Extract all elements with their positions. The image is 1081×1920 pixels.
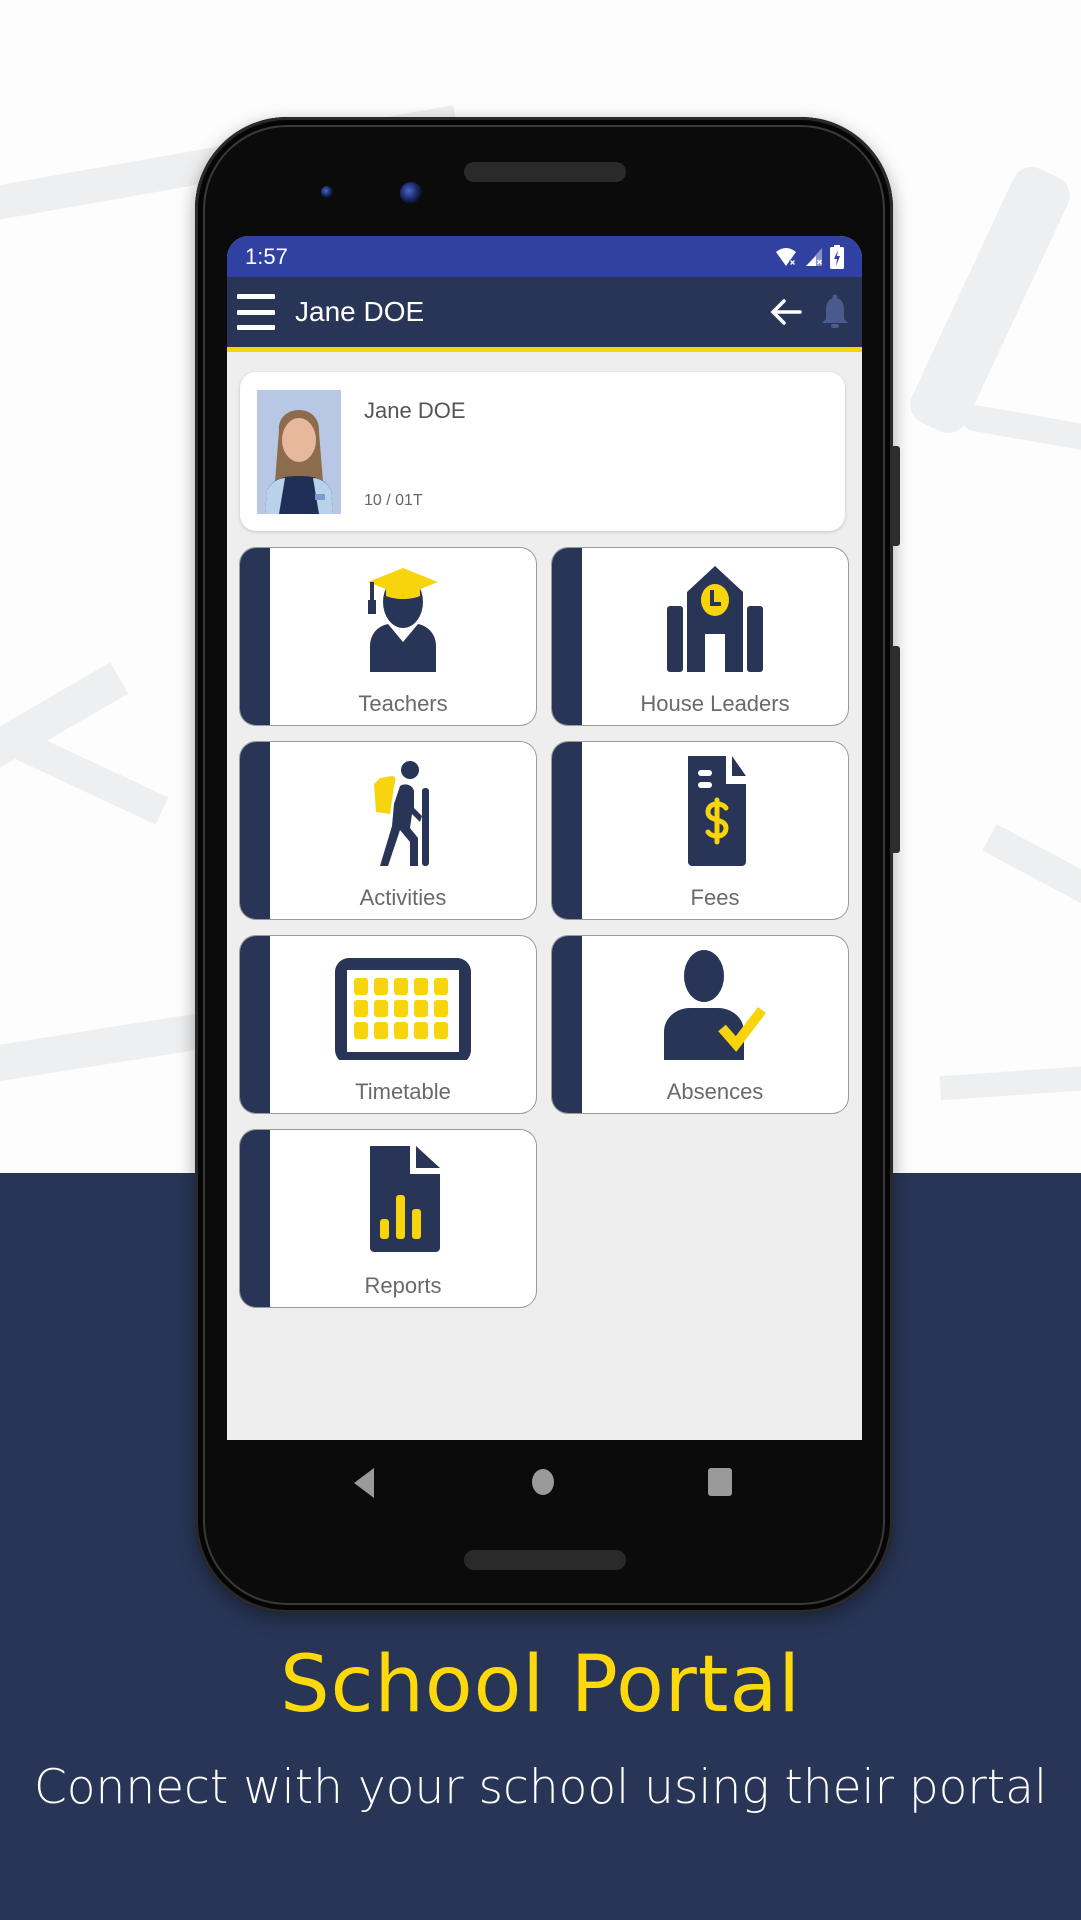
signal-off-icon [806,247,822,266]
nav-back-icon[interactable] [354,1468,376,1498]
person-check-icon [664,950,766,1060]
graduate-icon [368,568,438,672]
timetable-cell [374,1000,388,1017]
timetable-cell [434,1000,448,1017]
front-camera [400,182,422,204]
power-button [891,446,900,546]
tile-accent [552,742,582,919]
tile-timetable[interactable]: Timetable [240,936,536,1113]
tile-fees[interactable]: Fees [552,742,848,919]
timetable-cell [414,1000,428,1017]
tile-accent [552,548,582,725]
timetable-cell [354,978,368,995]
nav-home-icon[interactable] [531,1468,555,1496]
timetable-cell [354,1022,368,1039]
front-sensor [321,186,333,198]
tile-accent [552,936,582,1113]
tile-label: Timetable [355,1079,451,1104]
calendar-grid-icon [335,958,471,1060]
report-chart-icon [370,1146,440,1252]
tile-label: Fees [690,885,740,910]
tile-accent [240,742,270,919]
promo-headline: School Portal [280,1640,801,1730]
app-bar-title: Jane DOE [295,296,425,327]
arrow-left-icon[interactable] [766,292,806,332]
timetable-cell [414,1022,428,1039]
decorative-shape [939,1063,1081,1101]
tile-accent [240,936,270,1113]
phone-screen: 1:57 Jane DOE Jane DOE 10 / 01T Teachers… [227,236,862,1440]
timetable-cell [354,1000,368,1017]
tile-label: House Leaders [640,691,790,716]
timetable-cell [434,1022,448,1039]
tile-activities[interactable]: Activities [240,742,536,919]
invoice-dollar-icon [688,756,746,866]
hamburger-menu-icon[interactable] [237,294,275,330]
tile-label: Reports [364,1273,442,1298]
student-class: 10 / 01T [364,492,423,509]
timetable-cell [394,978,408,995]
tile-label: Teachers [358,691,448,716]
tile-accent [240,1130,270,1307]
school-building-icon [667,566,763,672]
bottom-speaker [464,1550,626,1570]
decorative-shape [903,160,1077,440]
status-time: 1:57 [245,243,288,269]
decorative-shape [982,824,1081,926]
tile-label: Absences [666,1079,764,1104]
student-name: Jane DOE [364,398,466,423]
decorative-shape [959,402,1081,464]
tile-teachers[interactable]: Teachers [240,548,536,725]
timetable-cell [394,1022,408,1039]
earpiece-speaker [464,162,626,182]
status-icons [774,244,844,269]
battery-charging-icon [830,244,844,269]
timetable-cell [394,1000,408,1017]
tile-accent [240,548,270,725]
timetable-cell [434,978,448,995]
hiker-icon [374,761,429,866]
nav-recents-icon[interactable] [708,1468,732,1496]
promo-tagline: Connect with your school using their por… [33,1760,1048,1815]
decorative-shape [1,725,169,825]
tile-reports[interactable]: Reports [240,1130,536,1307]
volume-button [891,646,900,853]
timetable-cell [374,978,388,995]
timetable-cell [374,1022,388,1039]
student-profile-card[interactable]: Jane DOE 10 / 01T [240,372,845,531]
timetable-cell [414,978,428,995]
tile-label: Activities [359,885,447,910]
student-photo [257,390,341,514]
status-bar: 1:57 [227,236,862,277]
wifi-off-icon [776,247,797,266]
bell-icon[interactable] [818,292,852,332]
tile-absences[interactable]: Absences [552,936,848,1113]
app-bar: Jane DOE [227,277,862,352]
tile-house-leaders[interactable]: House Leaders [552,548,848,725]
